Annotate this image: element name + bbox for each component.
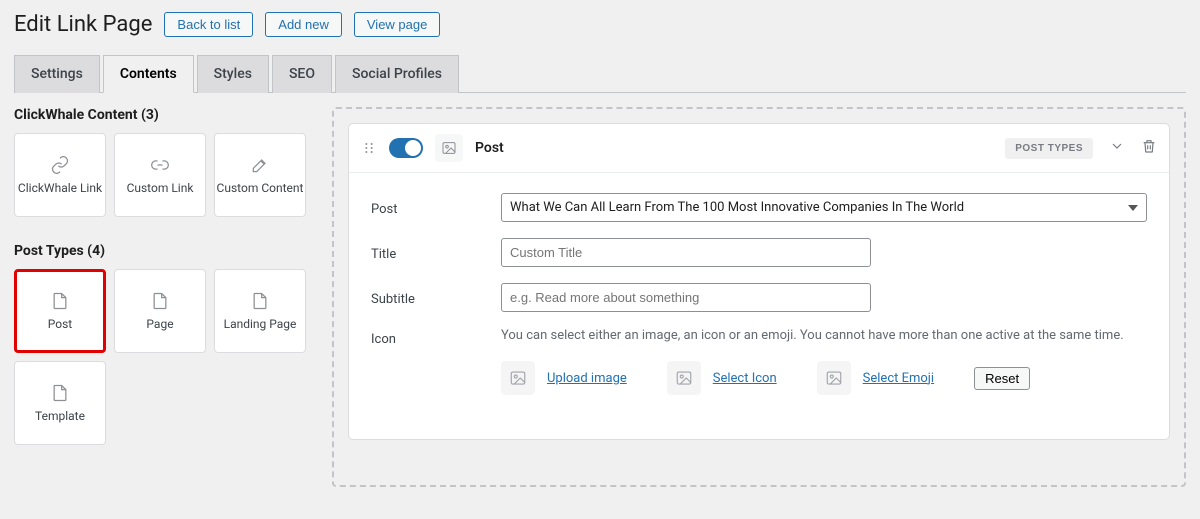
type-card-label: Template [35,409,85,423]
tab-settings[interactable]: Settings [14,55,100,93]
icon-field-label: Icon [371,328,501,347]
file-icon [50,291,70,311]
post-types-badge[interactable]: POST TYPES [1005,138,1093,159]
image-icon [667,361,701,395]
subtitle-input[interactable] [501,283,871,312]
type-card-custom-link[interactable]: Custom Link [114,133,206,217]
panel-title: Post [475,140,504,156]
image-icon [817,361,851,395]
tab-contents[interactable]: Contents [103,55,194,93]
type-card-label: Landing Page [224,317,297,331]
chain-icon [150,155,170,175]
tab-social-profiles[interactable]: Social Profiles [335,55,459,93]
post-select[interactable]: What We Can All Learn From The 100 Most … [501,193,1147,222]
content-dropzone[interactable]: Post POST TYPES Post What We C [332,107,1186,487]
type-card-label: Page [146,317,173,331]
type-card-page[interactable]: Page [114,269,206,353]
select-icon-link[interactable]: Select Icon [713,371,777,386]
type-card-template[interactable]: Template [14,361,106,445]
image-icon [501,361,535,395]
subtitle-field-label: Subtitle [371,288,501,307]
type-card-label: Custom Content [217,181,304,195]
tabs: Settings Contents Styles SEO Social Prof… [14,55,1186,93]
reset-button[interactable]: Reset [974,367,1030,390]
type-card-label: Custom Link [127,181,194,195]
select-emoji-link[interactable]: Select Emoji [863,371,934,386]
title-input[interactable] [501,238,871,267]
type-card-label: Post [48,317,72,331]
clickwhale-content-heading: ClickWhale Content (3) [14,107,314,123]
upload-image-link[interactable]: Upload image [547,371,627,386]
content-item-panel: Post POST TYPES Post What We C [348,123,1170,440]
content-type-sidebar: ClickWhale Content (3) ClickWhale Link C… [14,107,314,487]
delete-icon[interactable] [1141,138,1157,158]
back-to-list-button[interactable]: Back to list [164,12,253,37]
image-icon [435,134,463,162]
tab-styles[interactable]: Styles [197,55,269,93]
post-field-label: Post [371,198,501,217]
file-icon [50,383,70,403]
chevron-down-icon [1128,203,1138,213]
type-card-post[interactable]: Post [14,269,106,353]
drag-handle-icon[interactable] [361,140,377,156]
type-card-landing-page[interactable]: Landing Page [214,269,306,353]
view-page-button[interactable]: View page [354,12,440,37]
title-field-label: Title [371,243,501,262]
type-card-custom-content[interactable]: Custom Content [214,133,306,217]
file-icon [150,291,170,311]
link-icon [50,155,70,175]
icon-help-text: You can select either an image, an icon … [501,328,1147,343]
type-card-label: ClickWhale Link [18,181,102,195]
post-types-heading: Post Types (4) [14,243,314,259]
enable-toggle[interactable] [389,138,423,158]
post-select-value: What We Can All Learn From The 100 Most … [510,200,964,215]
edit-icon [250,155,270,175]
type-card-clickwhale-link[interactable]: ClickWhale Link [14,133,106,217]
add-new-button[interactable]: Add new [265,12,342,37]
tab-seo[interactable]: SEO [272,55,332,93]
chevron-down-icon[interactable] [1109,138,1125,158]
file-icon [250,291,270,311]
page-title: Edit Link Page [14,12,152,37]
